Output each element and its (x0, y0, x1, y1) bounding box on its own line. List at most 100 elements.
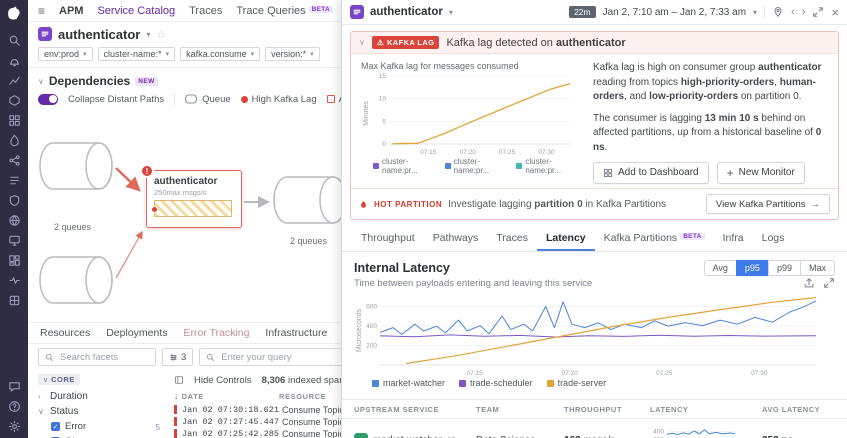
settings-gear-icon[interactable] (8, 420, 21, 433)
queue-node-downstream[interactable] (273, 176, 347, 224)
search-icon (45, 353, 54, 361)
close-icon[interactable]: × (831, 6, 839, 19)
queue-node-upstream-2[interactable] (39, 256, 113, 304)
security-icon[interactable] (8, 194, 21, 207)
controls-count-chip[interactable]: 3 (162, 348, 194, 366)
hide-controls-button[interactable]: Hide Controls (194, 375, 252, 386)
tab-latency[interactable]: Latency (537, 226, 595, 251)
tab-error-tracking[interactable]: Error Tracking (183, 327, 249, 339)
agg-max[interactable]: Max (799, 260, 835, 276)
chevron-down-icon[interactable]: ▾ (146, 30, 150, 39)
edge-queue2-to-service[interactable] (115, 230, 143, 279)
legend-queue[interactable]: Queue (185, 94, 231, 105)
legend-item[interactable]: trade-server (546, 378, 606, 388)
column-latency[interactable]: LATENCY (650, 405, 762, 414)
view-kafka-partitions-button[interactable]: View Kafka Partitions → (705, 194, 830, 214)
panel-service-name[interactable]: authenticator (370, 6, 443, 18)
legend-item[interactable]: market-watcher (372, 378, 445, 388)
legend-item[interactable]: cluster-name:pr... (516, 157, 579, 175)
facet-status[interactable]: ∨ Status (38, 404, 170, 419)
search-icon[interactable] (8, 34, 21, 47)
prev-arrow-icon[interactable]: ‹ (791, 6, 795, 18)
metrics-icon[interactable] (8, 74, 21, 87)
column-team[interactable]: TEAM (476, 405, 564, 414)
tab-deployments[interactable]: Deployments (106, 327, 167, 339)
add-to-dashboard-button[interactable]: Add to Dashboard (593, 162, 709, 184)
nav-item-trace-queries[interactable]: Trace Queries BETA (236, 5, 334, 17)
expand-icon[interactable] (812, 6, 824, 18)
agg-p99[interactable]: p99 (767, 260, 801, 276)
column-date[interactable]: DATE (182, 392, 204, 401)
checkbox-checked-icon[interactable]: ✓ (51, 422, 60, 431)
filter-cluster[interactable]: cluster-name:* ▾ (97, 47, 176, 61)
filter-version[interactable]: version:* ▾ (265, 47, 320, 61)
column-upstream-service[interactable]: UPSTREAM SERVICE (354, 405, 476, 414)
tab-throughput[interactable]: Throughput (352, 226, 424, 251)
fullscreen-icon[interactable] (823, 277, 835, 289)
dashboards-icon[interactable] (8, 254, 21, 267)
kafka-lag-chart[interactable]: 0 5 10 15 07:15 07:20 07:25 07:30 (371, 72, 576, 156)
filter-operation[interactable]: kafka.consume ▾ (180, 47, 261, 61)
agg-p95[interactable]: p95 (735, 260, 769, 276)
filter-env[interactable]: env:prod ▾ (38, 47, 93, 61)
facet-status-ok[interactable]: ✓ Ok 8.30k (38, 434, 170, 438)
y-axis-label: Microseconds (356, 308, 364, 353)
time-range[interactable]: Jan 2, 7:10 am – Jan 2, 7:33 am (603, 7, 746, 18)
collapse-distant-paths-toggle[interactable] (38, 93, 58, 105)
legend-item[interactable]: cluster-name:pr... (444, 157, 508, 175)
column-avg-latency[interactable]: AVG LATENCY (762, 405, 835, 414)
logs-icon[interactable] (8, 174, 21, 187)
nav-item-traces[interactable]: Traces (189, 5, 222, 17)
facet-group-core[interactable]: ∨ CORE (38, 374, 80, 385)
tab-pathways[interactable]: Pathways (424, 226, 488, 251)
infrastructure-icon[interactable] (8, 94, 21, 107)
internal-latency-chart[interactable]: 200 400 600 07:15 07:20 07:25 07:30 (354, 293, 824, 377)
edge-queue-to-service[interactable] (115, 167, 141, 192)
tab-logs[interactable]: Logs (753, 226, 794, 251)
help-icon[interactable] (8, 400, 21, 413)
service-node-authenticator[interactable]: ! authenticator 250max msgs/s (140, 164, 242, 228)
rum-icon[interactable] (8, 234, 21, 247)
pin-icon[interactable] (772, 6, 784, 18)
new-monitor-button[interactable]: + New Monitor (716, 162, 805, 184)
host-map-icon[interactable] (8, 114, 21, 127)
tab-kafka-partitions[interactable]: Kafka Partitions BETA (595, 226, 714, 251)
latency-sparkline-cell: 20040007:1007:30 (650, 424, 762, 438)
facet-duration[interactable]: › Duration (38, 389, 170, 404)
svg-text:07:15: 07:15 (466, 370, 483, 377)
upstream-service-name[interactable]: market-watcher (373, 435, 442, 438)
legend-high-kafka-lag[interactable]: High Kafka Lag (240, 94, 317, 105)
legend-item[interactable]: trade-scheduler (459, 378, 533, 388)
collapse-chevron-icon[interactable]: ∨ (359, 38, 365, 47)
chevron-down-icon[interactable]: ▾ (449, 8, 453, 17)
column-throughput[interactable]: THROUGHPUT (564, 405, 650, 414)
traces-icon[interactable] (8, 154, 21, 167)
agg-avg[interactable]: Avg (703, 260, 737, 276)
facet-search-input[interactable] (58, 350, 149, 364)
legend-item[interactable]: cluster-name:pr... (373, 157, 436, 175)
facet-status-error[interactable]: ✓ Error 5 (38, 419, 170, 434)
datadog-logo[interactable] (5, 5, 23, 23)
favorite-star-icon[interactable]: ☆ (156, 28, 166, 41)
tab-traces[interactable]: Traces (487, 226, 537, 251)
tab-infra[interactable]: Infra (714, 226, 753, 251)
queue-node-upstream-1[interactable] (39, 142, 113, 190)
integrations-icon[interactable] (8, 294, 21, 307)
column-resource[interactable]: RESOURCE (279, 392, 326, 401)
chevron-down-icon[interactable]: ▾ (753, 8, 757, 17)
apm-icon[interactable] (8, 134, 21, 147)
chat-icon[interactable] (8, 380, 21, 393)
collapse-chevron-icon[interactable]: ∨ (38, 77, 44, 86)
tab-resources[interactable]: Resources (40, 327, 90, 339)
sort-desc-icon[interactable]: ↓ (174, 392, 179, 401)
monitors-icon[interactable] (8, 274, 21, 287)
table-row[interactable]: market-watcher Data Science 163 msgs/s 2… (342, 419, 847, 438)
nav-item-service-catalog[interactable]: Service Catalog (97, 5, 175, 17)
divider (764, 6, 766, 18)
synthetics-icon[interactable] (8, 214, 21, 227)
watchdog-icon[interactable] (8, 54, 21, 67)
export-icon[interactable] (803, 277, 815, 289)
hamburger-menu-icon[interactable]: ≡ (38, 4, 45, 18)
tab-infrastructure[interactable]: Infrastructure (265, 327, 327, 339)
next-arrow-icon[interactable]: › (802, 6, 806, 18)
